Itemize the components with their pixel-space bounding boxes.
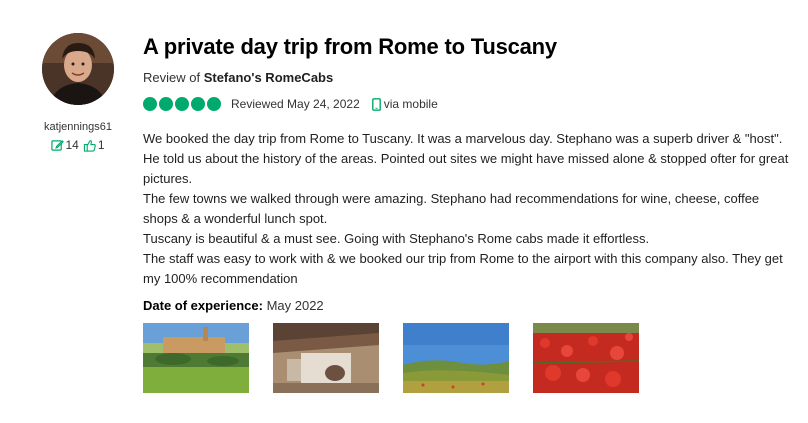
pencil-edit-icon (51, 139, 65, 151)
reviewer-avatar[interactable] (42, 33, 114, 105)
rating-bubble-icon (207, 97, 221, 111)
review-paragraph: Tuscany is beautiful & a must see. Going… (143, 231, 650, 246)
contributions-count: 14 (65, 138, 79, 152)
thumbs-up-icon (83, 139, 96, 152)
reviewer-panel: katjennings61 14 1 (30, 33, 126, 152)
review-card: A private day trip from Rome to Tuscany … (143, 30, 793, 393)
review-photo-poppies[interactable] (533, 323, 639, 393)
rating-bubble-icon (143, 97, 157, 111)
date-of-experience-value: May 2022 (266, 298, 324, 313)
reviewed-date: Reviewed May 24, 2022 (231, 97, 360, 111)
contributions-stat: 14 (51, 138, 79, 152)
helpful-votes-stat: 1 (83, 138, 105, 152)
mobile-phone-icon (371, 97, 381, 111)
review-of-prefix: Review of (143, 70, 201, 85)
review-meta: Reviewed May 24, 2022 via mobile (143, 95, 793, 113)
review-photos (143, 323, 793, 393)
review-photo-hilltown[interactable] (143, 323, 249, 393)
device-label: via mobile (383, 97, 438, 111)
review-title[interactable]: A private day trip from Rome to Tuscany (143, 30, 793, 64)
device-indicator: via mobile (371, 97, 438, 111)
rating-bubble-icon (159, 97, 173, 111)
date-of-experience-label: Date of experience: (143, 298, 263, 313)
reviewer-username[interactable]: katjennings61 (30, 121, 126, 133)
reviewer-stats: 14 1 (30, 138, 126, 152)
rating-bubble-icon (191, 97, 205, 111)
review-paragraph: The staff was easy to work with & we boo… (143, 251, 783, 286)
review-of-line: Review of Stefano's RomeCabs (143, 69, 793, 87)
review-body: We booked the day trip from Rome to Tusc… (143, 129, 793, 289)
review-paragraph: The few towns we walked through were ama… (143, 191, 760, 226)
review-photo-ruins[interactable] (273, 323, 379, 393)
review-photo-countryside[interactable] (403, 323, 509, 393)
business-name-link[interactable]: Stefano's RomeCabs (204, 70, 334, 85)
bubble-rating (143, 97, 221, 111)
rating-bubble-icon (175, 97, 189, 111)
date-of-experience: Date of experience: May 2022 (143, 298, 793, 313)
review-paragraph: We booked the day trip from Rome to Tusc… (143, 131, 789, 186)
helpful-votes-count: 1 (97, 138, 105, 152)
